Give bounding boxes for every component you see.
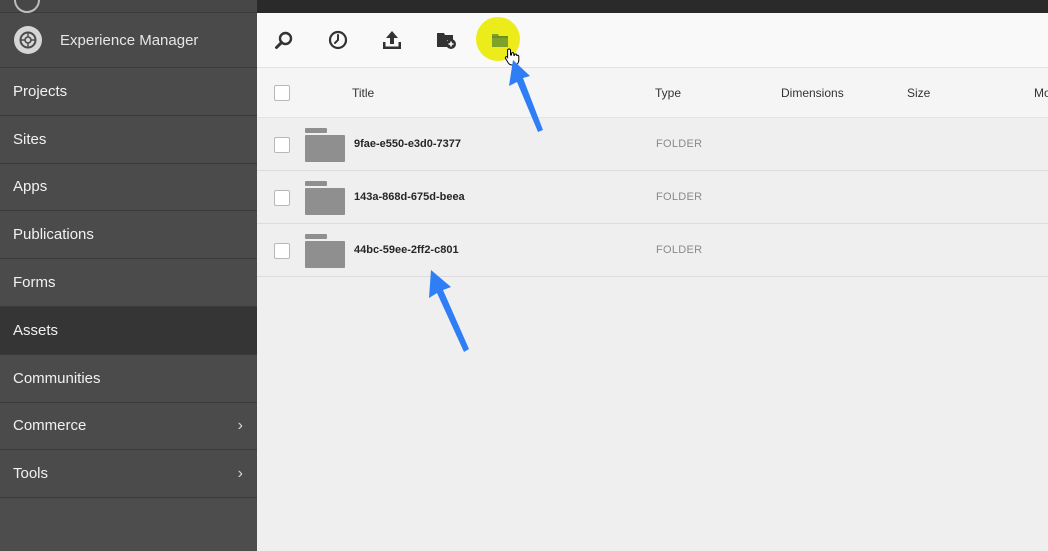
- search-button[interactable]: [273, 29, 295, 51]
- logo-ring-icon: [14, 0, 40, 13]
- sidebar-item-projects[interactable]: Projects: [0, 68, 257, 116]
- table-row[interactable]: 143a-868d-675d-beea FOLDER: [257, 171, 1048, 224]
- folder-icon: [305, 128, 345, 164]
- brand-title: Experience Manager: [60, 31, 199, 49]
- sidebar: Experience Manager Projects Sites Apps P…: [0, 0, 257, 551]
- row-checkbox[interactable]: [274, 190, 290, 206]
- sidebar-item-apps[interactable]: Apps: [0, 163, 257, 212]
- annotation-arrow-icon: [509, 60, 543, 132]
- folder-icon: [305, 234, 345, 270]
- table-header: Title Type Dimensions Size Mo: [257, 68, 1048, 118]
- sidebar-item-label: Publications: [13, 226, 94, 244]
- sidebar-item-assets[interactable]: Assets: [0, 306, 257, 355]
- create-folder-icon: [437, 33, 456, 49]
- row-checkbox[interactable]: [274, 137, 290, 153]
- sidebar-item-commerce[interactable]: Commerce ›: [0, 402, 257, 451]
- folder-icon: [305, 181, 345, 217]
- sidebar-item-label: Projects: [13, 82, 68, 100]
- sidebar-item-label: Forms: [13, 274, 56, 292]
- chevron-right-icon: ›: [237, 464, 243, 482]
- create-folder-button[interactable]: [435, 29, 457, 51]
- main-content: Title Type Dimensions Size Mo 9fae-e550-…: [257, 0, 1048, 551]
- column-modified[interactable]: Mo: [1034, 86, 1048, 100]
- table-row[interactable]: 44bc-59ee-2ff2-c801 FOLDER: [257, 224, 1048, 277]
- upload-button[interactable]: [381, 29, 403, 51]
- upload-icon: [383, 31, 401, 49]
- sidebar-item-label: Apps: [13, 178, 48, 196]
- row-type: FOLDER: [656, 244, 703, 256]
- sidebar-item-label: Communities: [13, 369, 101, 387]
- table-row[interactable]: 9fae-e550-e3d0-7377 FOLDER: [257, 118, 1048, 171]
- sidebar-top-stub: [0, 0, 257, 13]
- sidebar-item-forms[interactable]: Forms: [0, 259, 257, 307]
- column-dimensions[interactable]: Dimensions: [781, 86, 844, 100]
- sidebar-item-label: Commerce: [13, 417, 87, 435]
- sidebar-item-tools[interactable]: Tools ›: [0, 450, 257, 499]
- row-type: FOLDER: [656, 138, 703, 150]
- sidebar-item-communities[interactable]: Communities: [0, 354, 257, 403]
- row-title: 143a-868d-675d-beea: [354, 191, 465, 203]
- annotation-arrow-icon: [429, 270, 469, 352]
- chevron-right-icon: ›: [237, 416, 243, 434]
- timeline-button[interactable]: [327, 29, 349, 51]
- history-icon: [328, 30, 348, 50]
- column-type[interactable]: Type: [655, 86, 681, 100]
- sidebar-item-publications[interactable]: Publications: [0, 211, 257, 260]
- sidebar-item-label: Sites: [13, 130, 47, 148]
- sidebar-item-label: Tools: [13, 465, 49, 483]
- row-checkbox[interactable]: [274, 243, 290, 259]
- column-size[interactable]: Size: [907, 86, 930, 100]
- sidebar-item-sites[interactable]: Sites: [0, 115, 257, 164]
- row-title: 9fae-e550-e3d0-7377: [354, 138, 462, 150]
- search-icon: [275, 31, 293, 49]
- top-bar: [257, 0, 1048, 13]
- brand-header[interactable]: Experience Manager: [0, 13, 257, 68]
- row-type: FOLDER: [656, 191, 703, 203]
- toolbar: [257, 13, 1048, 68]
- column-title[interactable]: Title: [352, 86, 374, 100]
- sidebar-item-label: Assets: [13, 321, 59, 339]
- select-all-checkbox[interactable]: [274, 85, 290, 101]
- row-title: 44bc-59ee-2ff2-c801: [354, 244, 459, 256]
- sidebar-empty-area: [0, 499, 257, 551]
- experience-manager-logo-icon: [14, 26, 42, 54]
